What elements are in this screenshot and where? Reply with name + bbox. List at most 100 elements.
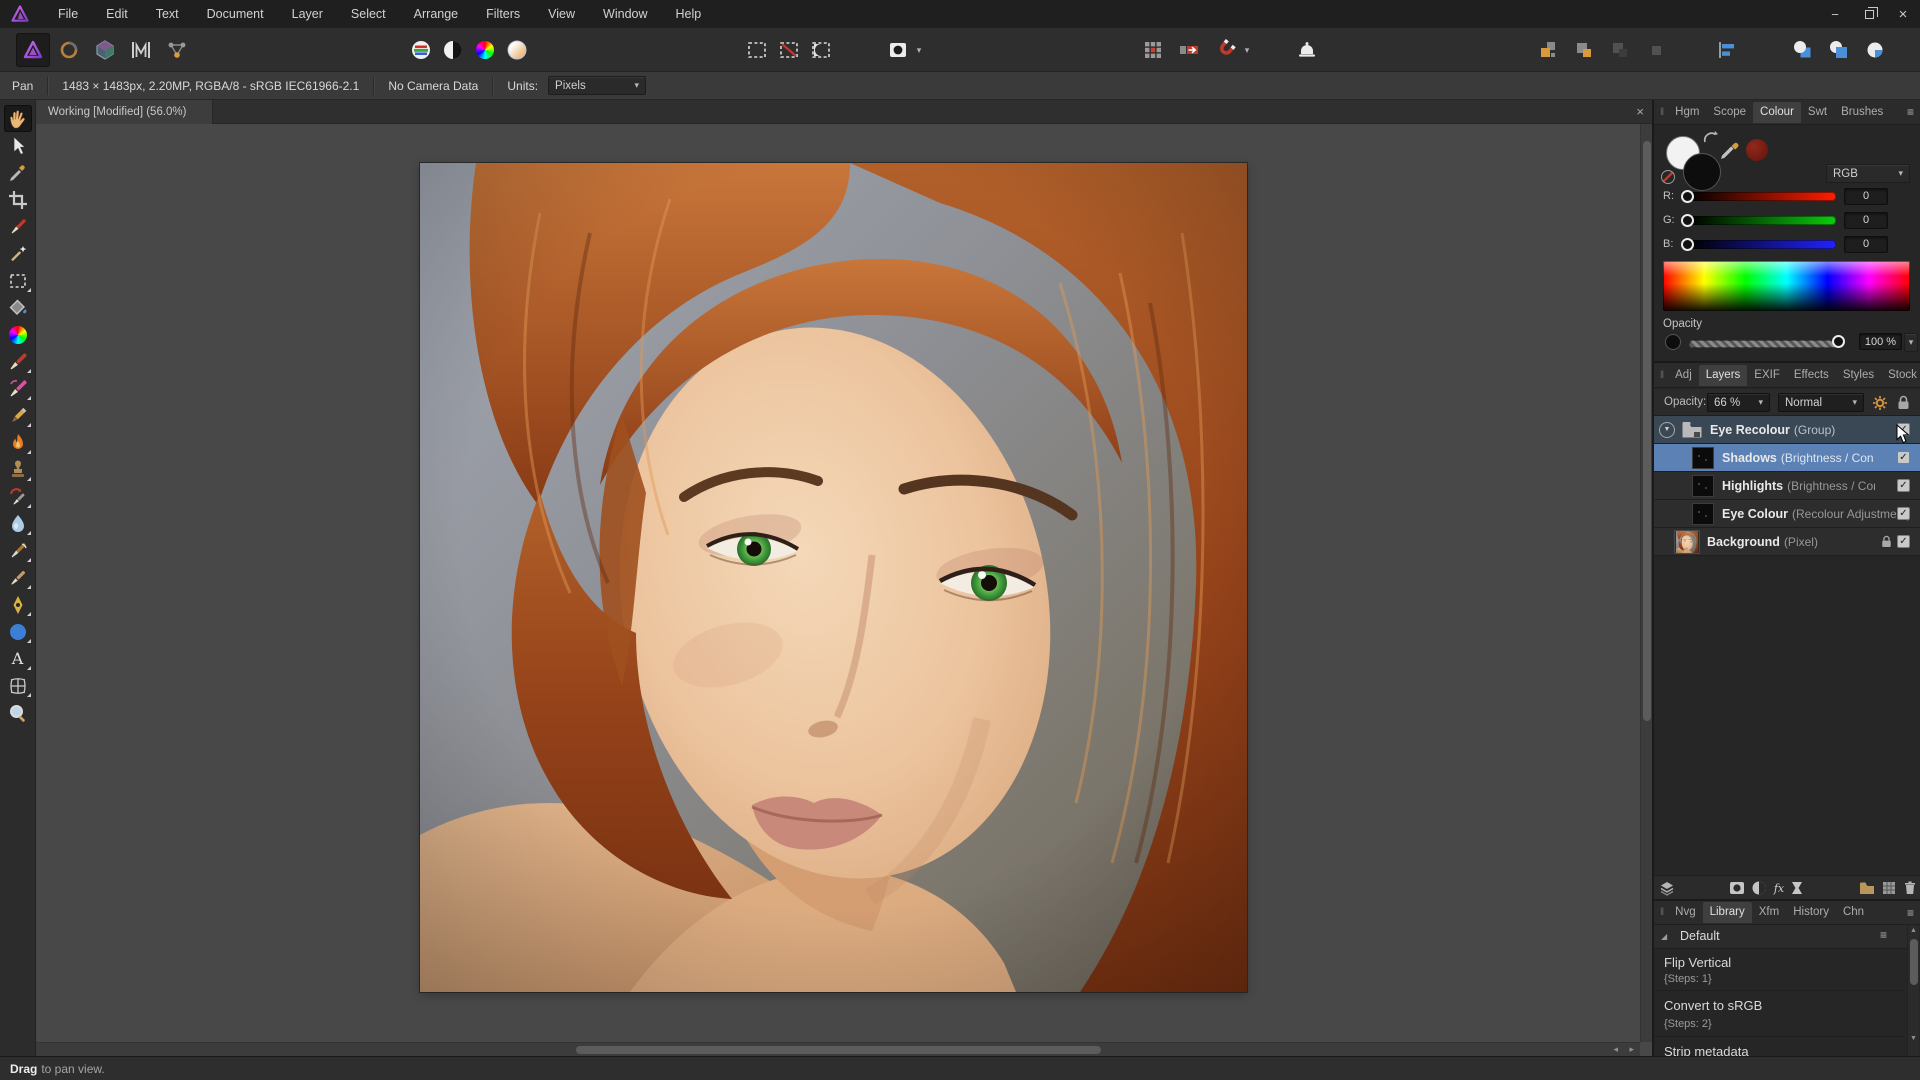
text-tool[interactable]: A xyxy=(4,645,32,672)
ellipse-tool[interactable] xyxy=(4,618,32,645)
scroll-left-icon[interactable]: ◂ xyxy=(1613,1044,1618,1055)
opacity-slider-track[interactable] xyxy=(1689,340,1837,348)
layer-thumbnail[interactable] xyxy=(1674,529,1700,554)
select-all-button[interactable] xyxy=(740,33,774,67)
gradient-tool[interactable] xyxy=(4,321,32,348)
clone-brush-tool[interactable] xyxy=(4,456,32,483)
alignment-button[interactable] xyxy=(1710,33,1744,67)
colour-mode-dropdown[interactable]: RGB ▾ xyxy=(1826,164,1910,183)
red-value-field[interactable]: 0 xyxy=(1844,187,1888,205)
layer-opacity-dropdown[interactable]: 66 % ▾ xyxy=(1707,393,1770,412)
scroll-down-icon[interactable]: ▼ xyxy=(1910,1035,1917,1042)
quick-mask-button[interactable] xyxy=(884,33,912,67)
section-menu-icon[interactable]: ≡ xyxy=(1880,928,1887,942)
gear-icon[interactable] xyxy=(1872,395,1888,411)
snapping-magnet-button[interactable] xyxy=(1208,33,1242,67)
group-layers-icon[interactable] xyxy=(1858,879,1876,897)
mesh-warp-tool[interactable] xyxy=(4,672,32,699)
menu-text[interactable]: Text xyxy=(142,0,193,28)
boolean-subtract-button[interactable] xyxy=(1822,33,1856,67)
minimize-button[interactable]: − xyxy=(1818,0,1852,28)
menu-arrange[interactable]: Arrange xyxy=(400,0,472,28)
lock-icon[interactable] xyxy=(1897,395,1910,410)
scroll-right-icon[interactable]: ▸ xyxy=(1629,1044,1634,1055)
auto-contrast-button[interactable] xyxy=(436,33,470,67)
layer-row-eye-colour[interactable]: Eye Colour (Recolour Adjustment) ✓ xyxy=(1654,500,1920,528)
menu-filters[interactable]: Filters xyxy=(472,0,534,28)
tab-brushes[interactable]: Brushes xyxy=(1834,102,1890,123)
tab-stock[interactable]: Stock xyxy=(1881,365,1920,386)
tab-adjustment[interactable]: Adj xyxy=(1668,365,1699,386)
snapping-grid-button[interactable] xyxy=(1136,33,1170,67)
invert-selection-button[interactable] xyxy=(804,33,838,67)
tab-styles[interactable]: Styles xyxy=(1836,365,1881,386)
green-slider-track[interactable] xyxy=(1690,215,1836,225)
auto-colour-button[interactable] xyxy=(468,33,502,67)
move-to-front-button[interactable] xyxy=(1531,33,1565,67)
opacity-value-field[interactable]: 100 % xyxy=(1859,333,1902,350)
adjustment-layer-icon[interactable] xyxy=(1750,879,1768,897)
menu-document[interactable]: Document xyxy=(193,0,278,28)
quick-mask-caret[interactable]: ▾ xyxy=(912,33,926,67)
dodge-burn-tool[interactable] xyxy=(4,429,32,456)
layer-visibility-checkbox[interactable]: ✓ xyxy=(1897,451,1910,464)
pattern-layer-icon[interactable] xyxy=(1880,879,1898,897)
snapping-caret[interactable]: ▾ xyxy=(1240,33,1254,67)
layer-visibility-checkbox[interactable]: ✓ xyxy=(1897,507,1910,520)
close-button[interactable]: × xyxy=(1886,0,1920,28)
restore-button[interactable] xyxy=(1852,0,1886,28)
opacity-zero-swatch[interactable] xyxy=(1665,334,1681,350)
tab-histogram[interactable]: Hgm xyxy=(1668,102,1706,123)
zoom-tool[interactable] xyxy=(4,699,32,726)
tab-effects[interactable]: Effects xyxy=(1787,365,1836,386)
liquify-persona-button[interactable] xyxy=(52,33,86,67)
tab-layers[interactable]: Layers xyxy=(1698,364,1748,386)
menu-window[interactable]: Window xyxy=(589,0,661,28)
delete-layer-icon[interactable] xyxy=(1901,879,1919,897)
layer-visibility-checkbox[interactable]: ✓ xyxy=(1897,479,1910,492)
menu-layer[interactable]: Layer xyxy=(278,0,337,28)
opacity-caret[interactable]: ▾ xyxy=(1904,333,1918,352)
menu-edit[interactable]: Edit xyxy=(92,0,142,28)
panel-grip-icon[interactable]: ‖ xyxy=(1660,107,1664,118)
undo-brush-tool[interactable] xyxy=(4,483,32,510)
auto-white-balance-button[interactable] xyxy=(500,33,534,67)
tone-mapping-persona-button[interactable] xyxy=(124,33,158,67)
colour-picker-icon[interactable] xyxy=(1718,136,1740,162)
green-slider-knob[interactable] xyxy=(1681,213,1694,227)
blend-mode-dropdown[interactable]: Normal ▾ xyxy=(1778,393,1864,412)
selection-brush-tool[interactable] xyxy=(4,213,32,240)
pen-tool[interactable] xyxy=(4,591,32,618)
colour-replacement-brush-tool[interactable] xyxy=(4,375,32,402)
flood-fill-tool[interactable] xyxy=(4,294,32,321)
tab-history[interactable]: History xyxy=(1786,902,1836,923)
layer-row-shadows[interactable]: Shadows (Brightness / Contrast... ✓ xyxy=(1654,444,1920,472)
marquee-tool[interactable] xyxy=(4,267,32,294)
tab-library[interactable]: Library xyxy=(1702,902,1752,923)
tab-transform[interactable]: Xfm xyxy=(1752,902,1786,923)
blur-brush-tool[interactable] xyxy=(4,510,32,537)
tab-scope[interactable]: Scope xyxy=(1706,102,1753,123)
menu-file[interactable]: File xyxy=(44,0,92,28)
picked-colour-chip[interactable] xyxy=(1746,139,1768,161)
panel-grip-icon[interactable]: ‖ xyxy=(1660,907,1664,918)
boolean-add-button[interactable] xyxy=(1786,33,1820,67)
layer-thumbnail[interactable] xyxy=(1692,502,1714,525)
collapse-icon[interactable]: ◢ xyxy=(1661,932,1667,941)
view-tool[interactable] xyxy=(3,105,32,132)
move-backward-button[interactable] xyxy=(1603,33,1637,67)
vertical-scrollbar-thumb[interactable] xyxy=(1643,141,1651,721)
library-scrollbar-thumb[interactable] xyxy=(1910,939,1918,985)
move-forward-button[interactable] xyxy=(1567,33,1601,67)
layer-lock-icon[interactable] xyxy=(1881,535,1892,548)
tab-swatches[interactable]: Swt xyxy=(1801,102,1834,123)
no-colour-swatch[interactable] xyxy=(1661,170,1675,184)
menu-view[interactable]: View xyxy=(534,0,589,28)
colour-picker-tool[interactable] xyxy=(4,159,32,186)
red-slider-track[interactable] xyxy=(1690,191,1836,201)
horizontal-scrollbar-thumb[interactable] xyxy=(576,1046,1101,1054)
layer-row-background[interactable]: Background (Pixel) ✓ xyxy=(1654,528,1920,556)
layer-stack-icon[interactable] xyxy=(1658,879,1676,897)
colour-spectrum[interactable] xyxy=(1663,261,1910,311)
panel-menu-icon[interactable]: ≡ xyxy=(1907,105,1916,119)
